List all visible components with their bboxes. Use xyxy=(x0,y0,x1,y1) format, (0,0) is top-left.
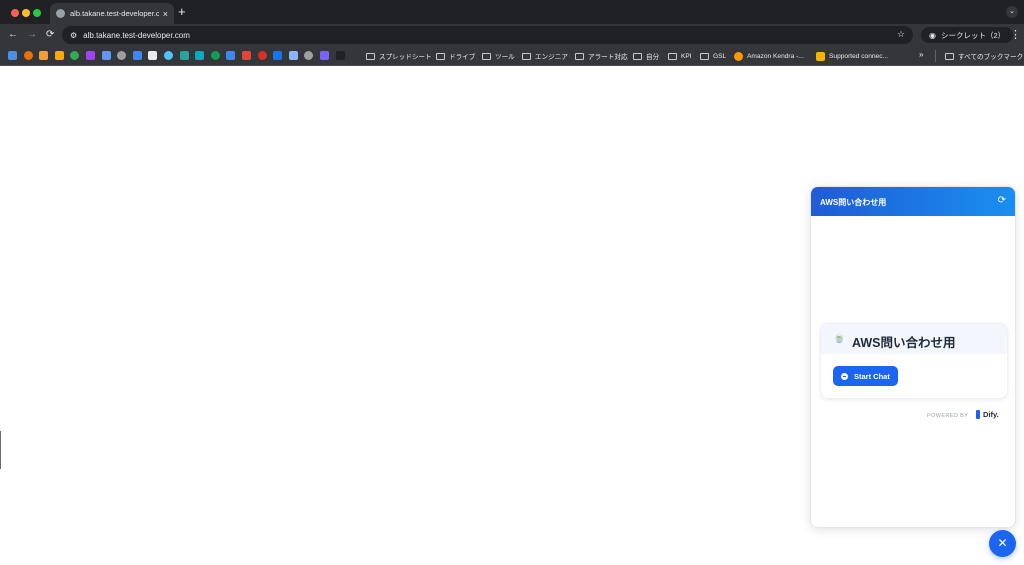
welcome-card: 🍵 AWS問い合わせ用 Start Chat xyxy=(820,323,1008,399)
bookmark-favicon-icon[interactable] xyxy=(101,51,111,60)
bookmark-link-label: Amazon Kendra -... xyxy=(747,52,804,60)
reload-button[interactable]: ⟳ xyxy=(46,28,54,42)
bookmark-folder-label: KPI xyxy=(681,52,692,60)
chat-widget-header: AWS問い合わせ用 ⟳ xyxy=(811,187,1015,216)
bookmark-folder-alerts[interactable]: アラート対応 xyxy=(575,50,628,62)
bookmark-folder-label: ツール xyxy=(495,54,515,61)
dify-brand-name: Dify. xyxy=(983,410,999,419)
bookmark-favicon-icon[interactable] xyxy=(164,51,173,60)
bookmark-favicon-icon[interactable] xyxy=(148,51,158,60)
bookmark-folder-label: エンジニア xyxy=(535,54,568,61)
folder-icon xyxy=(700,52,709,60)
bookmark-favicon-icon[interactable] xyxy=(288,51,298,60)
forward-button[interactable]: → xyxy=(27,28,37,42)
bookmark-folder-engineer[interactable]: エンジニア xyxy=(522,50,568,62)
window-maximize-button[interactable] xyxy=(33,9,41,17)
powered-by-label: POWERED BY xyxy=(927,413,969,419)
bookmark-favicon-icon[interactable] xyxy=(86,51,95,60)
bookmark-favicon-icon[interactable] xyxy=(226,51,236,60)
new-tab-button[interactable]: + xyxy=(178,5,186,19)
app-emoji-icon: 🍵 xyxy=(833,333,846,344)
bookmark-folder-label: アラート対応 xyxy=(588,54,628,61)
bookmark-folder-label: スプレッドシート xyxy=(379,54,432,61)
bookmark-star-icon[interactable]: ☆ xyxy=(897,29,905,40)
bookmark-favicon-icon[interactable] xyxy=(195,51,205,60)
back-button[interactable]: ← xyxy=(8,28,18,42)
folder-icon xyxy=(575,52,584,60)
refresh-icon[interactable]: ⟳ xyxy=(998,195,1006,207)
incognito-profile-button[interactable]: ◉ シークレット（2） xyxy=(921,27,1014,43)
incognito-icon: ◉ xyxy=(929,30,936,40)
bookmark-favicon-icon[interactable] xyxy=(132,51,142,60)
bookmark-folder-spreadsheet[interactable]: スプレッドシート xyxy=(366,50,432,62)
folder-icon xyxy=(668,52,677,60)
bookmark-favicon-icon[interactable] xyxy=(23,51,33,60)
browser-menu-button[interactable]: ⋮ xyxy=(1010,28,1021,42)
bookmark-folder-tools[interactable]: ツール xyxy=(482,50,515,62)
chat-bubble-icon xyxy=(841,372,848,380)
tab-title: alb.takane.test-developer.co xyxy=(70,9,159,18)
welcome-card-header: 🍵 AWS問い合わせ用 xyxy=(821,324,1007,354)
bookmark-favicon-icon[interactable] xyxy=(210,51,220,60)
bookmarks-divider xyxy=(935,50,936,62)
bookmark-favicon-icon[interactable] xyxy=(54,51,64,60)
bookmark-favicon-icon[interactable] xyxy=(273,51,283,60)
bookmark-folder-self[interactable]: 自分 xyxy=(633,50,659,62)
amazon-kendra-icon xyxy=(734,51,743,61)
site-info-icon[interactable]: ⚙ xyxy=(70,31,77,40)
bookmark-favicon-icon[interactable] xyxy=(179,51,189,60)
page-edge-marker xyxy=(0,431,1,469)
tab-close-icon[interactable]: × xyxy=(163,9,168,19)
bookmark-folder-label: ドライブ xyxy=(449,54,476,61)
tab-strip: alb.takane.test-developer.co × + ⌄ xyxy=(0,0,1024,24)
bookmark-favicon-icon[interactable] xyxy=(320,51,329,60)
bookmarks-overflow-button[interactable]: » xyxy=(919,50,923,59)
browser-tab-active[interactable]: alb.takane.test-developer.co × xyxy=(50,3,174,24)
bookmark-favicon-icon[interactable] xyxy=(242,51,251,60)
tab-favicon-icon xyxy=(56,9,65,18)
all-bookmarks-label: すべてのブックマーク xyxy=(958,54,1024,61)
all-bookmarks-folder[interactable]: すべてのブックマーク xyxy=(945,50,1023,62)
bookmark-favicon-icon[interactable] xyxy=(304,51,314,60)
close-chat-button[interactable]: ✕ xyxy=(989,530,1016,557)
chat-widget-panel: AWS問い合わせ用 ⟳ 🍵 AWS問い合わせ用 Start Chat POWER… xyxy=(810,186,1016,528)
dify-logo-icon xyxy=(976,410,980,419)
folder-icon xyxy=(633,52,642,60)
bookmark-link-supported-connectors[interactable]: Supported connec... xyxy=(816,50,888,62)
bookmark-folder-kpi[interactable]: KPI xyxy=(668,50,692,62)
incognito-label: シークレット（2） xyxy=(940,30,1006,40)
bookmark-favicon-icon[interactable] xyxy=(8,51,17,60)
folder-icon xyxy=(436,52,445,60)
folder-icon xyxy=(522,52,531,60)
start-chat-button[interactable]: Start Chat xyxy=(833,366,898,386)
bookmark-folder-label: 自分 xyxy=(646,54,660,61)
bookmark-favicon-icon[interactable] xyxy=(257,51,267,60)
browser-toolbar: ← → ⟳ ⚙ alb.takane.test-developer.com ☆ … xyxy=(0,24,1024,46)
bookmark-favicon-icon[interactable] xyxy=(39,51,49,60)
dify-logo: Dify. xyxy=(976,410,999,419)
address-bar[interactable]: ⚙ alb.takane.test-developer.com ☆ xyxy=(62,26,913,44)
bookmark-link-amazon-kendra[interactable]: Amazon Kendra -... xyxy=(734,50,804,62)
bookmark-favicon-icon[interactable] xyxy=(70,51,80,60)
bookmarks-bar: スプレッドシート ドライブ ツール エンジニア アラート対応 自分 KPI GS… xyxy=(0,46,1024,66)
window-minimize-button[interactable] xyxy=(22,9,30,17)
start-chat-label: Start Chat xyxy=(854,371,890,381)
chat-widget-title: AWS問い合わせ用 xyxy=(820,198,887,207)
address-url[interactable]: alb.takane.test-developer.com xyxy=(83,31,190,40)
bookmark-folder-drive[interactable]: ドライブ xyxy=(436,50,475,62)
supported-connectors-icon xyxy=(816,51,825,61)
bookmark-folder-gsl[interactable]: GSL xyxy=(700,50,726,62)
folder-icon xyxy=(945,52,954,60)
bookmark-link-label: Supported connec... xyxy=(829,52,889,60)
window-close-button[interactable] xyxy=(11,9,19,17)
app-title: AWS問い合わせ用 xyxy=(852,336,956,350)
bookmark-favicon-icon[interactable] xyxy=(335,51,345,60)
bookmark-favicon-icon[interactable] xyxy=(117,51,127,60)
folder-icon xyxy=(366,52,375,60)
bookmark-folder-label: GSL xyxy=(713,52,727,60)
folder-icon xyxy=(482,52,491,60)
tab-search-button[interactable]: ⌄ xyxy=(1006,6,1018,18)
